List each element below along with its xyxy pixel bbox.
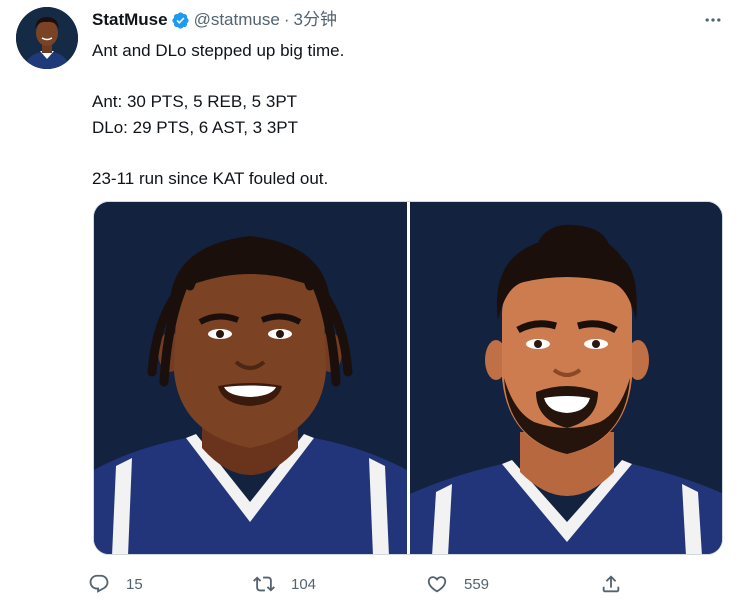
more-options-icon[interactable] xyxy=(699,7,727,33)
tweet-actions: 15 104 559 xyxy=(88,568,648,600)
retweet-icon xyxy=(253,576,275,592)
media-image-dlo[interactable] xyxy=(410,202,722,554)
tweet-media[interactable] xyxy=(93,201,723,555)
avatar-image xyxy=(16,7,78,69)
like-count: 559 xyxy=(464,575,490,593)
reply-button[interactable]: 15 xyxy=(88,568,143,600)
player-illustration-ant xyxy=(94,202,407,554)
share-button[interactable] xyxy=(600,568,622,600)
retweet-count: 104 xyxy=(291,575,317,593)
player-illustration-dlo xyxy=(410,202,722,554)
media-image-ant[interactable] xyxy=(94,202,407,554)
separator-dot: · xyxy=(283,10,290,29)
verified-badge-icon xyxy=(171,11,189,29)
author-handle[interactable]: @statmuse xyxy=(194,9,280,31)
retweet-button[interactable]: 104 xyxy=(253,568,316,600)
author-name[interactable]: StatMuse xyxy=(92,9,168,31)
tweet[interactable]: StatMuse @statmuse · 3分钟 Ant and DLo ste… xyxy=(0,0,749,606)
heart-icon xyxy=(427,576,447,593)
share-icon xyxy=(602,575,620,593)
tweet-timestamp[interactable]: 3分钟 xyxy=(293,9,336,31)
reply-icon xyxy=(89,574,109,593)
reply-count: 15 xyxy=(126,575,143,593)
tweet-header: StatMuse @statmuse · 3分钟 xyxy=(92,9,337,31)
avatar[interactable] xyxy=(16,7,78,69)
tweet-text: Ant and DLo stepped up big time. Ant: 30… xyxy=(92,41,345,188)
like-button[interactable]: 559 xyxy=(426,568,489,600)
